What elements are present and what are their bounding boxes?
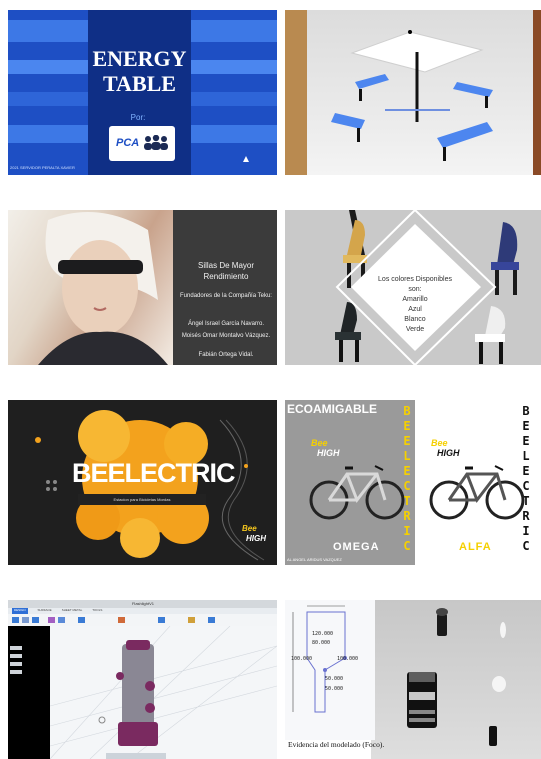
slide-title-line2: TABLE (103, 71, 176, 96)
slide-beelectric[interactable]: BEELECTRIC Estacion para Bicicletas Mord… (8, 400, 277, 565)
cursor-icon (243, 156, 249, 162)
slide-table-render[interactable] (285, 10, 541, 175)
bulb-parts-image (407, 608, 506, 746)
slide-title: Sillas De Mayor Rendimiento (197, 261, 254, 281)
dimension-label: 50.000 (325, 686, 344, 692)
slide-title-line1: ENERGY (92, 46, 187, 71)
beehigh-logo: Bee HIGH (234, 522, 274, 552)
browser-item[interactable] (10, 662, 22, 666)
people-group-icon (144, 135, 168, 150)
toolbar-icon[interactable] (22, 617, 29, 623)
slide-cad-flashlight[interactable]: FlashlightV1 DESIGN SURFACE SHEET METAL … (8, 600, 277, 759)
by-label: Por: (130, 113, 146, 122)
toolbar-icon[interactable] (208, 617, 215, 623)
logo-bee-text: Bee (242, 524, 257, 533)
slide-colores[interactable]: Los colores Disponibles son: Amarillo Az… (285, 210, 541, 365)
slide-title: BEELECTRIC (72, 458, 236, 488)
color-option: Blanco (404, 316, 426, 323)
founder-name: Fabián Ortega Vidal. (198, 352, 254, 358)
logo-high-text: HIGH (437, 448, 460, 458)
model-name: ALFA (459, 541, 492, 553)
browser-item[interactable] (10, 670, 22, 674)
colors-line: Los colores Disponibles (378, 276, 452, 283)
founder-name: Moisés Omar Montalvo Vázquez. (181, 333, 271, 339)
portrait-figure (38, 212, 168, 365)
picnic-table-image (331, 30, 493, 161)
colors-line: son: (408, 286, 422, 293)
logo-box: PCA (109, 126, 175, 161)
browser-item[interactable] (10, 646, 22, 650)
figure-caption: Evidencia del modelado (Foco). (288, 740, 385, 749)
color-option: Verde (405, 326, 425, 333)
logo-bee-text: Bee (311, 438, 328, 448)
toolbar-icon[interactable] (78, 617, 85, 623)
slide-ecoamigable[interactable]: ECOAMIGABLE BEELECTRIC BEELECTRIC Bee HI… (285, 400, 541, 565)
sketch-drawing (285, 600, 375, 740)
slide-heading: ECOAMIGABLE (287, 402, 377, 416)
logo-text: PCA (116, 137, 140, 149)
browser-panel[interactable] (8, 626, 50, 759)
dimension-label: 100.000 (337, 656, 359, 662)
color-option: Azul (408, 306, 422, 313)
toolbar-icon[interactable] (118, 617, 125, 623)
subtitle-bar: Estacion para Bicicletas Mordas (78, 494, 206, 505)
bicycle-image (309, 465, 405, 520)
side-frame (533, 10, 541, 175)
toolbar-icon[interactable] (58, 617, 65, 623)
toolbar-icon[interactable] (12, 617, 19, 623)
timeline-bar[interactable] (106, 753, 166, 759)
color-option: Amarillo (402, 296, 428, 303)
founder-name: Ángel Israel García Navarro. (187, 321, 265, 327)
toolbar-icon[interactable] (48, 617, 55, 623)
presenter-caption: AL ANGEL ARIDUS VAZQUEZ (287, 557, 342, 562)
bicycle-image (429, 465, 525, 520)
toolbar-icon[interactable] (158, 617, 165, 623)
slide-foco[interactable]: 120.000 80.000 100.000 100.000 50.000 50… (285, 600, 541, 759)
slide-sillas[interactable]: Sillas De Mayor Rendimiento Fundadores d… (8, 210, 277, 365)
model-name: OMEGA (333, 541, 380, 553)
logo-bee-text: Bee (431, 438, 448, 448)
file-title: FlashlightV1 (131, 601, 154, 606)
viewport-grid (50, 626, 277, 759)
toolbar-icon[interactable] (32, 617, 39, 623)
slide-energy-table[interactable]: ENERGY TABLE Por: PCA 2021 SERVIDOR PERA… (8, 10, 277, 175)
toolbar-icon[interactable] (188, 617, 195, 623)
dimension-label: 80.000 (312, 640, 331, 646)
founders-heading: Fundadores de la Compañía Teku: (180, 293, 272, 299)
logo-high-text: HIGH (246, 534, 266, 543)
dimension-label: 50.000 (325, 676, 344, 682)
dimension-label: 120.000 (312, 631, 334, 637)
dimension-label: 100.000 (291, 656, 313, 662)
presenter-caption: 2021 SERVIDOR PERALTA XAVIER (10, 165, 75, 170)
browser-item[interactable] (10, 654, 22, 658)
logo-high-text: HIGH (317, 448, 340, 458)
